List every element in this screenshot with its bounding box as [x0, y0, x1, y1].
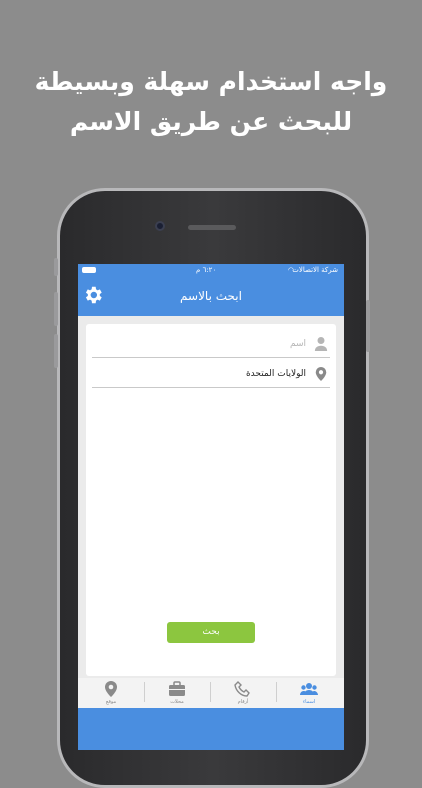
phone-power-button: [366, 300, 370, 352]
location-pin-icon: [105, 681, 117, 697]
nav-bar: ابحث بالاسم: [78, 276, 344, 316]
promo-line-2: للبحث عن طريق الاسم: [69, 107, 353, 136]
front-camera: [155, 221, 165, 231]
phone-volume-up: [54, 292, 58, 326]
tab-bar: موقع محلات أرقام اسماء: [78, 678, 344, 708]
bottom-strip: [78, 708, 344, 750]
tab-shops[interactable]: محلات: [144, 678, 210, 708]
people-icon: [300, 683, 318, 695]
page-title: ابحث بالاسم: [180, 289, 242, 303]
name-input[interactable]: اسم: [290, 330, 306, 358]
status-bar: ٦:٢٠ م ◠ شركة الاتصالات: [78, 264, 344, 276]
battery-icon: [82, 267, 96, 273]
location-pin-icon: [315, 367, 327, 381]
search-button[interactable]: بحث: [167, 622, 255, 643]
tab-shops-label: محلات: [170, 699, 184, 705]
name-field[interactable]: اسم: [92, 330, 330, 358]
person-icon: [314, 337, 328, 351]
location-field[interactable]: الولايات المتحدة: [92, 360, 330, 388]
tab-names[interactable]: اسماء: [276, 678, 342, 708]
status-time: ٦:٢٠ م: [196, 266, 217, 274]
phone-icon: [234, 681, 250, 697]
status-carrier: شركة الاتصالات: [292, 266, 338, 274]
location-value[interactable]: الولايات المتحدة: [246, 360, 306, 388]
tab-names-label: اسماء: [302, 699, 316, 705]
promo-line-1: واجه استخدام سهلة وبسيطة: [34, 67, 388, 96]
tab-location-label: موقع: [105, 699, 117, 705]
tab-numbers-label: أرقام: [237, 699, 249, 705]
phone-volume-down: [54, 334, 58, 368]
tab-location[interactable]: موقع: [78, 678, 144, 708]
phone-side-button: [54, 258, 58, 276]
promo-headline: واجه استخدام سهلة وبسيطة للبحث عن طريق ا…: [0, 62, 422, 142]
app-screen: ٦:٢٠ م ◠ شركة الاتصالات ابحث بالاسم اسم …: [78, 264, 344, 750]
earpiece-speaker: [188, 225, 236, 230]
briefcase-icon: [169, 681, 185, 696]
tab-numbers[interactable]: أرقام: [210, 678, 276, 708]
search-card: اسم الولايات المتحدة بحث: [86, 324, 336, 676]
